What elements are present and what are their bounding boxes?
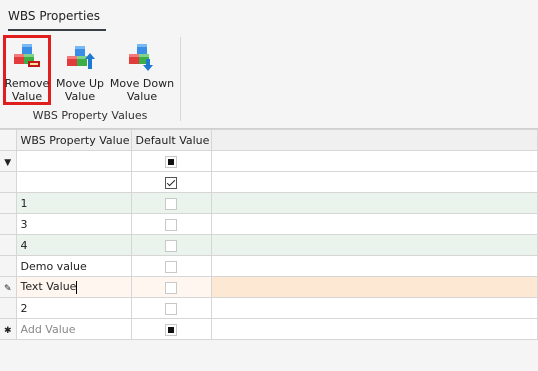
- filter-cell-default[interactable]: [130, 150, 212, 172]
- table-row[interactable]: [0, 171, 538, 193]
- move-up-value-button[interactable]: Move Up Value: [54, 35, 106, 105]
- asterisk-icon: ✱: [0, 318, 17, 340]
- tab-wbs-properties[interactable]: WBS Properties: [8, 9, 100, 23]
- row-indicator-header: [0, 129, 17, 151]
- default-checkbox[interactable]: [165, 260, 177, 273]
- column-header-default-value[interactable]: Default Value: [130, 129, 212, 151]
- table-row-editing[interactable]: ✎ Text Value: [0, 276, 538, 298]
- remove-value-label-2: Value: [11, 90, 43, 103]
- move-up-label-2: Value: [64, 90, 96, 103]
- cell-default[interactable]: [130, 234, 212, 256]
- cell-value[interactable]: Demo value: [15, 255, 132, 277]
- add-value-input[interactable]: Add Value: [15, 318, 132, 340]
- cell-value-editor[interactable]: Text Value: [15, 276, 132, 298]
- remove-value-icon: [14, 44, 40, 67]
- cell-value[interactable]: 4: [15, 234, 132, 256]
- tab-bar: WBS Properties: [0, 0, 538, 36]
- cell-value[interactable]: [15, 171, 132, 193]
- default-checkbox[interactable]: [165, 218, 177, 231]
- ribbon-group-caption: WBS Property Values: [32, 109, 148, 122]
- move-down-icon: [129, 44, 153, 71]
- move-down-value-button[interactable]: Move Down Value: [108, 35, 176, 105]
- ribbon-group-separator: [180, 37, 181, 121]
- ribbon: Remove Value Move Up Value Move Down Value …: [0, 33, 538, 128]
- cell-default[interactable]: [130, 255, 212, 277]
- default-checkbox[interactable]: [165, 176, 177, 189]
- default-checkbox[interactable]: [165, 281, 177, 294]
- wbs-property-values-grid: WBS Property Value Default Value ▼ 1 3 4…: [0, 128, 538, 371]
- column-header-filler: [210, 129, 538, 151]
- table-row[interactable]: 1: [0, 192, 538, 214]
- pencil-icon: ✎: [0, 276, 17, 298]
- cell-default[interactable]: [130, 192, 212, 214]
- cell-default[interactable]: [130, 297, 212, 319]
- default-checkbox[interactable]: [165, 155, 177, 168]
- cell-value[interactable]: 2: [15, 297, 132, 319]
- new-item-row[interactable]: ✱ Add Value: [0, 318, 538, 340]
- default-checkbox[interactable]: [165, 302, 177, 315]
- filter-row: ▼: [0, 150, 538, 172]
- cell-default[interactable]: [130, 171, 212, 193]
- remove-value-label-1: Remove: [4, 77, 50, 90]
- cell-default[interactable]: [130, 213, 212, 235]
- move-up-label-1: Move Up: [55, 77, 105, 90]
- cell-value[interactable]: 1: [15, 192, 132, 214]
- table-row[interactable]: 4: [0, 234, 538, 256]
- cell-default[interactable]: [130, 276, 212, 298]
- move-down-label-2: Value: [126, 90, 158, 103]
- cell-default[interactable]: [130, 318, 212, 340]
- cell-value[interactable]: 3: [15, 213, 132, 235]
- table-row[interactable]: 3: [0, 213, 538, 235]
- move-up-icon: [67, 46, 95, 69]
- table-row[interactable]: Demo value: [0, 255, 538, 277]
- text-caret: [76, 280, 78, 294]
- filter-cell-value[interactable]: [15, 150, 132, 172]
- tab-underline: [8, 29, 106, 31]
- table-row[interactable]: 2: [0, 297, 538, 319]
- default-checkbox[interactable]: [165, 239, 177, 252]
- move-down-label-1: Move Down: [109, 77, 175, 90]
- default-checkbox[interactable]: [165, 197, 177, 210]
- cell-value[interactable]: Text Value: [21, 280, 77, 293]
- remove-value-button[interactable]: Remove Value: [3, 35, 51, 105]
- column-header-wbs-property-value[interactable]: WBS Property Value: [15, 129, 132, 151]
- default-checkbox[interactable]: [165, 323, 177, 336]
- filter-icon: ▼: [0, 150, 17, 172]
